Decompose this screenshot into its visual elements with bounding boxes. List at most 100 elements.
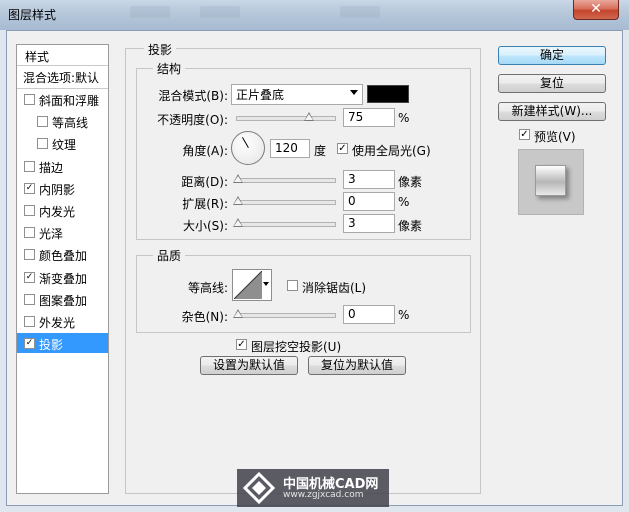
quality-title: 品质 <box>153 247 186 264</box>
style-item-checkbox[interactable] <box>24 227 35 239</box>
window-title: 图层样式 <box>8 8 57 22</box>
noise-input[interactable]: 0 <box>343 305 395 324</box>
shadow-color-swatch[interactable] <box>367 85 409 103</box>
style-item-label: 内阴影 <box>39 182 76 197</box>
antialias-checkbox[interactable] <box>287 280 298 291</box>
style-item-drop-shadow[interactable]: ✓ 投影 <box>17 333 108 354</box>
style-item-gradient-overlay[interactable]: ✓ 渐变叠加 <box>17 267 108 287</box>
make-default-button[interactable]: 设置为默认值 <box>200 356 298 375</box>
style-item-label: 光泽 <box>39 227 64 242</box>
style-item-label: 斜面和浮雕 <box>39 94 100 108</box>
size-unit: 像素 <box>398 219 423 233</box>
ok-button[interactable]: 确定 <box>498 46 606 65</box>
contour-linear-icon <box>234 271 262 299</box>
style-item-bevel-emboss[interactable]: 斜面和浮雕 <box>17 89 108 109</box>
style-item-checkbox[interactable] <box>24 94 35 105</box>
global-light-checkbox[interactable]: ✓ <box>337 143 348 154</box>
size-label: 大小(S): <box>182 219 228 233</box>
size-slider[interactable] <box>236 222 336 227</box>
titlebar-background-blur <box>200 6 240 18</box>
style-item-checkbox[interactable]: ✓ <box>24 338 35 350</box>
distance-label: 距离(D): <box>181 175 228 189</box>
distance-slider[interactable] <box>236 178 336 183</box>
title-bar: 图层样式 <box>0 0 629 30</box>
preview-swatch <box>535 165 566 196</box>
distance-input[interactable]: 3 <box>343 170 395 189</box>
distance-slider-thumb[interactable] <box>233 174 243 183</box>
distance-unit: 像素 <box>398 175 423 189</box>
checkmark-icon: ✓ <box>520 129 529 140</box>
drop-shadow-title: 投影 <box>144 41 177 58</box>
checkmark-icon: ✓ <box>338 143 347 154</box>
checkmark-icon: ✓ <box>237 339 246 350</box>
style-item-label: 等高线 <box>52 116 89 131</box>
list-blend-options[interactable]: 混合选项:默认 <box>17 66 108 89</box>
knockout-label: 图层挖空投影(U) <box>251 340 342 354</box>
style-list: 样式 混合选项:默认 斜面和浮雕等高线纹理描边 ✓ 内阴影内发光光泽颜色叠加 ✓ 渐变叠… <box>16 44 109 494</box>
blend-mode-label: 混合模式(B): <box>158 89 228 103</box>
structure-title: 结构 <box>153 60 186 77</box>
titlebar-background-blur <box>130 6 170 18</box>
contour-picker[interactable] <box>232 269 272 301</box>
style-item-checkbox[interactable]: ✓ <box>24 182 35 194</box>
style-item-inner-glow[interactable]: 内发光 <box>17 200 108 220</box>
list-header-styles[interactable]: 样式 <box>17 45 108 66</box>
opacity-slider[interactable] <box>236 116 336 121</box>
blend-mode-value: 正片叠底 <box>236 88 285 102</box>
spread-input[interactable]: 0 <box>343 192 395 211</box>
blend-options-label: 混合选项:默认 <box>23 71 100 85</box>
style-item-pattern-overlay[interactable]: 图案叠加 <box>17 289 108 309</box>
angle-dial[interactable] <box>231 131 265 165</box>
global-light-label: 使用全局光(G) <box>352 144 431 158</box>
spread-slider-thumb[interactable] <box>233 196 243 205</box>
style-item-checkbox[interactable] <box>37 138 48 150</box>
cad-logo-icon <box>243 472 275 504</box>
style-item-checkbox[interactable] <box>24 249 35 261</box>
angle-label: 角度(A): <box>182 144 228 158</box>
watermark-url: www.zgjxcad.com <box>283 490 364 500</box>
angle-input[interactable]: 120 <box>270 139 310 158</box>
size-slider-thumb[interactable] <box>233 218 243 227</box>
style-item-texture[interactable]: 纹理 <box>17 133 108 153</box>
opacity-slider-thumb[interactable] <box>304 112 314 121</box>
reset-default-button[interactable]: 复位为默认值 <box>308 356 406 375</box>
opacity-input[interactable]: 75 <box>343 108 395 127</box>
style-item-checkbox[interactable] <box>24 316 35 327</box>
preview-label: 预览(V) <box>534 130 576 144</box>
style-item-inner-shadow[interactable]: ✓ 内阴影 <box>17 178 108 198</box>
close-button[interactable]: ✕ <box>573 0 619 20</box>
style-item-label: 内发光 <box>39 205 76 219</box>
knockout-checkbox[interactable]: ✓ <box>236 339 247 350</box>
style-item-checkbox[interactable] <box>37 116 48 128</box>
spread-label: 扩展(R): <box>182 197 228 211</box>
style-item-label: 图案叠加 <box>39 293 88 308</box>
noise-unit: % <box>398 308 410 322</box>
noise-slider-thumb[interactable] <box>233 309 243 318</box>
close-icon: ✕ <box>590 1 602 17</box>
style-item-checkbox[interactable] <box>24 160 35 172</box>
style-item-label: 渐变叠加 <box>39 271 88 286</box>
style-preview <box>518 149 584 215</box>
reset-button[interactable]: 复位 <box>498 74 606 93</box>
noise-slider[interactable] <box>236 313 336 318</box>
list-header-label: 样式 <box>25 50 50 64</box>
style-item-satin[interactable]: 光泽 <box>17 222 108 242</box>
antialias-label: 消除锯齿(L) <box>302 281 367 295</box>
style-item-checkbox[interactable] <box>24 205 35 216</box>
style-item-label: 描边 <box>39 160 64 175</box>
style-item-outer-glow[interactable]: 外发光 <box>17 311 108 331</box>
size-input[interactable]: 3 <box>343 214 395 233</box>
style-item-stroke[interactable]: 描边 <box>17 156 108 176</box>
spread-slider[interactable] <box>236 200 336 205</box>
new-style-button[interactable]: 新建样式(W)... <box>498 102 606 121</box>
style-item-color-overlay[interactable]: 颜色叠加 <box>17 244 108 264</box>
preview-checkbox[interactable]: ✓ <box>519 129 530 140</box>
blend-mode-select[interactable]: 正片叠底 <box>231 84 363 105</box>
chevron-down-icon <box>350 90 358 95</box>
titlebar-background-blur <box>340 6 380 18</box>
style-item-checkbox[interactable]: ✓ <box>24 271 35 283</box>
style-item-contour[interactable]: 等高线 <box>17 111 108 131</box>
style-item-checkbox[interactable] <box>24 293 35 305</box>
opacity-unit: % <box>398 111 410 125</box>
style-item-label: 纹理 <box>52 138 77 153</box>
